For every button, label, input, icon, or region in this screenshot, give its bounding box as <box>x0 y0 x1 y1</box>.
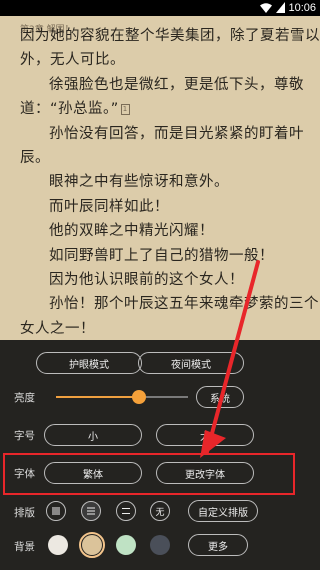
wifi-icon <box>260 2 272 13</box>
status-time: 10:06 <box>288 2 316 14</box>
text-line: 眼神之中有些惊讶和意外。 <box>49 174 229 191</box>
text-line: 因为她的容貌在整个华美集团，除了夏若雪以 <box>20 28 320 44</box>
system-brightness-button[interactable]: 系统 <box>196 386 244 408</box>
text-line-content: 道：“孙总监。” <box>20 101 119 118</box>
layout-loose-icon[interactable] <box>116 501 136 521</box>
layout-none-button[interactable]: 无 <box>150 501 170 521</box>
status-icons <box>260 2 286 13</box>
layout-label: 排版 <box>14 507 35 519</box>
text-line: 女人之一！ <box>20 320 95 337</box>
night-mode-button[interactable]: 夜间模式 <box>138 352 244 374</box>
brightness-slider[interactable] <box>56 390 188 404</box>
note-marker-icon[interactable]: 1 <box>120 103 130 115</box>
status-bar: 10:06 <box>0 0 320 16</box>
more-backgrounds-button[interactable]: 更多 <box>188 534 248 556</box>
font-size-increase-button[interactable]: 大 <box>156 424 254 446</box>
layout-normal-icon[interactable] <box>81 501 101 521</box>
font-size-decrease-button[interactable]: 小 <box>44 424 142 446</box>
annotation-highlight-box <box>3 453 295 495</box>
layout-compact-icon[interactable] <box>46 501 66 521</box>
text-line: 如同野兽盯上了自己的猎物一般！ <box>49 247 274 264</box>
background-swatch-parchment[interactable] <box>79 532 105 558</box>
background-label: 背景 <box>14 541 35 553</box>
eye-care-mode-button[interactable]: 护眼模式 <box>36 352 142 374</box>
text-line: 他的双眸之中精光闪耀！ <box>49 223 214 240</box>
background-swatch-green[interactable] <box>116 535 136 555</box>
text-line: 外，无人可比。 <box>20 52 125 69</box>
text-line: 孙怡！那个叶辰这五年来魂牵梦萦的三个 <box>49 296 319 313</box>
background-swatch-white[interactable] <box>48 535 68 555</box>
brightness-label: 亮度 <box>14 392 35 404</box>
text-line: 因为他认识眼前的这个女人！ <box>49 271 244 288</box>
text-line: 道：“孙总监。” 1 <box>20 97 308 121</box>
brightness-slider-fill <box>56 396 140 398</box>
background-swatch-dark[interactable] <box>150 535 170 555</box>
brightness-slider-thumb[interactable] <box>132 390 147 404</box>
text-line: 徐强脸色也是微红，更是低下头，尊敬 <box>49 76 304 93</box>
custom-layout-button[interactable]: 自定义排版 <box>188 500 258 522</box>
text-line: 辰。 <box>20 149 50 166</box>
font-size-label: 字号 <box>14 430 35 442</box>
text-line: 而叶辰同样如此！ <box>49 198 169 215</box>
battery-icon <box>276 2 285 13</box>
book-text: 因为她的容貌在整个华美集团，除了夏若雪以 外，无人可比。 徐强脸色也是微红，更是… <box>20 28 320 341</box>
text-line: 孙怡没有回答，而是目光紧紧的盯着叶 <box>49 125 304 142</box>
